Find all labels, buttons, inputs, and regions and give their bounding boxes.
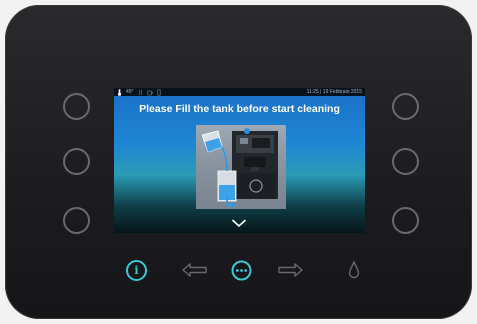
info-icon: i bbox=[126, 260, 147, 281]
forward-button[interactable] bbox=[277, 263, 303, 277]
info-button[interactable]: i bbox=[126, 260, 147, 281]
back-button[interactable] bbox=[182, 263, 208, 277]
steam-icon bbox=[138, 89, 142, 95]
filter-icon bbox=[157, 89, 161, 96]
left-button-3[interactable] bbox=[63, 207, 90, 234]
thermometer-icon bbox=[117, 88, 122, 96]
right-button-2[interactable] bbox=[392, 148, 419, 175]
ellipsis-icon bbox=[231, 260, 252, 281]
arrow-right-icon bbox=[278, 263, 303, 277]
arrow-left-icon bbox=[182, 263, 207, 277]
display-screen: 45° 11:25 | 19 Febbraio 2015 Please Fill… bbox=[114, 88, 365, 233]
datetime-readout: 11:25 | 19 Febbraio 2015 bbox=[306, 89, 362, 95]
instruction-message: Please Fill the tank before start cleani… bbox=[139, 103, 340, 115]
status-bar: 45° 11:25 | 19 Febbraio 2015 bbox=[114, 88, 365, 96]
left-button-2[interactable] bbox=[63, 148, 90, 175]
temperature-readout: 45° bbox=[126, 89, 134, 95]
right-button-1[interactable] bbox=[392, 93, 419, 120]
chevron-down-icon[interactable] bbox=[232, 219, 246, 228]
left-button-1[interactable] bbox=[63, 93, 90, 120]
cup-icon bbox=[147, 90, 153, 95]
drop-icon bbox=[348, 261, 360, 279]
right-button-3[interactable] bbox=[392, 207, 419, 234]
water-button[interactable] bbox=[348, 261, 360, 279]
fill-tank-illustration bbox=[196, 125, 286, 209]
menu-button[interactable] bbox=[231, 260, 252, 281]
